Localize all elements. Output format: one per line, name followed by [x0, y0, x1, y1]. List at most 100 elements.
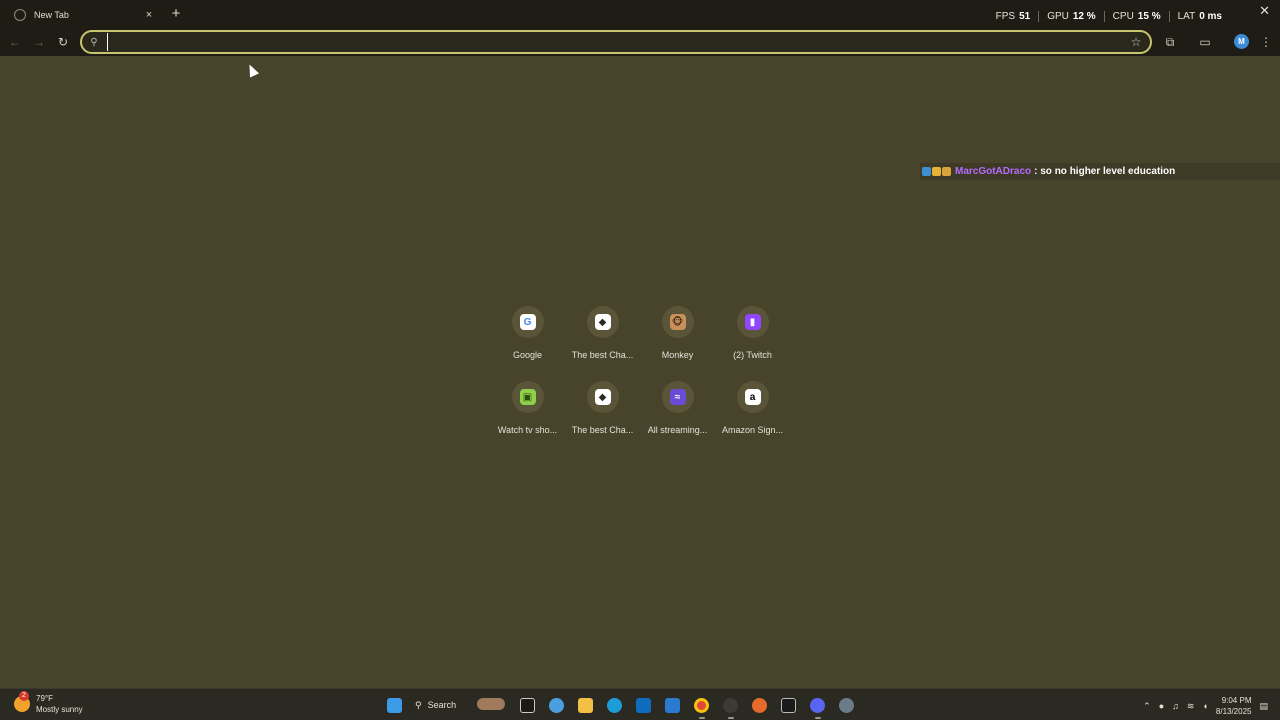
- fps-stat: FPS 51: [988, 11, 1040, 22]
- file-explorer-button[interactable]: [571, 694, 600, 716]
- shortcut-icon-circle: ▮: [736, 306, 769, 338]
- google-icon: G: [519, 314, 536, 330]
- chat-message: : so no higher level education: [1034, 166, 1176, 177]
- bookmark-star-icon[interactable]: ☆: [1126, 35, 1146, 49]
- chrome-icon: [694, 697, 709, 713]
- stat-value: 15 %: [1137, 11, 1161, 22]
- outlook-button[interactable]: [629, 694, 658, 716]
- profile-avatar[interactable]: M: [1234, 34, 1249, 49]
- wifi-icon[interactable]: ≋: [1187, 701, 1195, 712]
- stat-value: 0 ms: [1199, 11, 1222, 22]
- stat-value: 51: [1019, 11, 1031, 22]
- shortcut-tile[interactable]: a Amazon Sign...: [715, 381, 790, 441]
- shortcut-tile[interactable]: ◆ The best Cha...: [565, 306, 640, 366]
- shortcut-label: Google: [512, 350, 543, 360]
- shortcut-tile[interactable]: ≈ All streaming...: [640, 381, 715, 441]
- menu-kebab-icon[interactable]: ⋮: [1257, 33, 1275, 51]
- gear-icon: [839, 697, 854, 713]
- address-bar[interactable]: ⚲ ☆: [80, 30, 1152, 54]
- tray-app-icon[interactable]: ●: [1159, 701, 1164, 711]
- chess-icon: ◆: [594, 389, 611, 405]
- stat-label: CPU: [1112, 11, 1134, 22]
- epic-games-button[interactable]: [774, 694, 803, 716]
- copilot-button[interactable]: [542, 694, 571, 716]
- badge-icon: [922, 167, 931, 176]
- search-highlight-icon: [477, 698, 505, 710]
- shortcut-icon-circle: G: [511, 306, 544, 338]
- settings-button[interactable]: [832, 694, 861, 716]
- chevron-up-icon[interactable]: ⌃: [1143, 701, 1151, 712]
- volume-icon[interactable]: ◖: [1202, 701, 1207, 711]
- extensions-icon[interactable]: ⧉: [1161, 33, 1179, 51]
- system-tray: ⌃ ● ♫ ≋ ◖ 9:04 PM 8/13/2025 ▤: [1143, 695, 1268, 717]
- app-button[interactable]: [716, 694, 745, 719]
- twitch-icon: ▮: [744, 314, 761, 330]
- back-icon[interactable]: ←: [6, 33, 24, 51]
- taskbar-search[interactable]: ⚲ Search: [409, 694, 509, 716]
- gpu-stat: GPU 12 %: [1039, 11, 1105, 22]
- firefox-icon: [752, 697, 767, 713]
- tab-close-icon[interactable]: ×: [142, 9, 156, 21]
- browser-toolbar: ← → ↻ ⚲ ☆ ⧉ ▭ M ⋮: [0, 28, 1280, 56]
- clock-date: 8/13/2025: [1215, 707, 1252, 716]
- shortcut-label: The best Cha...: [571, 425, 634, 435]
- chat-username: MarcGotADraco: [955, 166, 1032, 177]
- shortcut-tile[interactable]: ◆ The best Cha...: [565, 381, 640, 441]
- notification-bell-icon[interactable]: ▤: [1259, 701, 1268, 712]
- shortcut-tile[interactable]: ▣ Watch tv sho...: [490, 381, 565, 441]
- search-icon: ⚲: [90, 36, 98, 48]
- store-button[interactable]: [658, 694, 687, 716]
- search-icon: ⚲: [415, 699, 422, 710]
- active-indicator: [728, 717, 734, 719]
- shortcut-label: Watch tv sho...: [497, 425, 558, 435]
- amazon-icon: a: [744, 389, 761, 405]
- reload-icon[interactable]: ↻: [54, 33, 72, 51]
- weather-sun-icon: 2: [14, 691, 30, 712]
- start-button[interactable]: [380, 694, 409, 716]
- shortcut-grid: G Google ◆ The best Cha... 🐵 Monkey ▮ (2) Twitc…: [490, 306, 790, 441]
- window-close-icon[interactable]: ✕: [1259, 3, 1270, 19]
- shortcut-label: Amazon Sign...: [721, 425, 784, 435]
- task-view-icon: [520, 697, 535, 713]
- globe-icon: [14, 9, 26, 21]
- shortcut-tile[interactable]: ▮ (2) Twitch: [715, 306, 790, 366]
- forward-icon[interactable]: →: [30, 33, 48, 51]
- microphone-icon[interactable]: ♫: [1172, 701, 1179, 711]
- shortcut-icon-circle: 🐵: [661, 306, 694, 338]
- tab-strip: New Tab × + FPS 51 GPU 12 % CPU 15 % LAT 0 m…: [0, 0, 1280, 28]
- weather-widget[interactable]: 2 79°F Mostly sunny: [14, 691, 83, 715]
- tab-new-tab[interactable]: New Tab ×: [8, 3, 162, 27]
- active-indicator: [815, 717, 821, 719]
- shortcut-label: The best Cha...: [571, 350, 634, 360]
- clock[interactable]: 9:04 PM 8/13/2025: [1216, 695, 1252, 717]
- discord-button[interactable]: [803, 694, 832, 719]
- copilot-icon: [549, 697, 564, 713]
- active-indicator: [699, 717, 705, 719]
- taskbar-search-label: Search: [427, 700, 457, 710]
- firefox-button[interactable]: [745, 694, 774, 716]
- chrome-button[interactable]: [687, 694, 716, 719]
- address-input[interactable]: [107, 33, 1126, 51]
- shortcut-tile[interactable]: G Google: [490, 306, 565, 366]
- clock-time: 9:04 PM: [1221, 696, 1252, 705]
- windows-taskbar: 2 79°F Mostly sunny ⚲ Search ⌃ ● ♫ ≋ ◖ 9…: [0, 688, 1280, 720]
- edge-button[interactable]: [600, 694, 629, 716]
- shortcut-tile[interactable]: 🐵 Monkey: [640, 306, 715, 366]
- store-icon: [665, 697, 680, 713]
- shortcut-label: All streaming...: [647, 425, 708, 435]
- discord-icon: [810, 697, 825, 713]
- shortcut-label: Monkey: [661, 350, 694, 360]
- taskbar-apps: ⚲ Search: [380, 694, 861, 719]
- side-panel-icon[interactable]: ▭: [1196, 33, 1214, 51]
- stat-label: GPU: [1047, 11, 1069, 22]
- streaming-icon: ≈: [669, 389, 686, 405]
- chat-overlay-message: MarcGotADraco : so no higher level educa…: [920, 163, 1280, 180]
- outlook-icon: [636, 697, 651, 713]
- chat-badges: [922, 167, 951, 176]
- weather-temperature: 79°F: [36, 694, 53, 703]
- badge-icon: [932, 167, 941, 176]
- shortcut-icon-circle: ◆: [586, 306, 619, 338]
- shortcut-icon-circle: a: [736, 381, 769, 413]
- new-tab-button[interactable]: +: [168, 5, 184, 22]
- task-view-button[interactable]: [513, 694, 542, 716]
